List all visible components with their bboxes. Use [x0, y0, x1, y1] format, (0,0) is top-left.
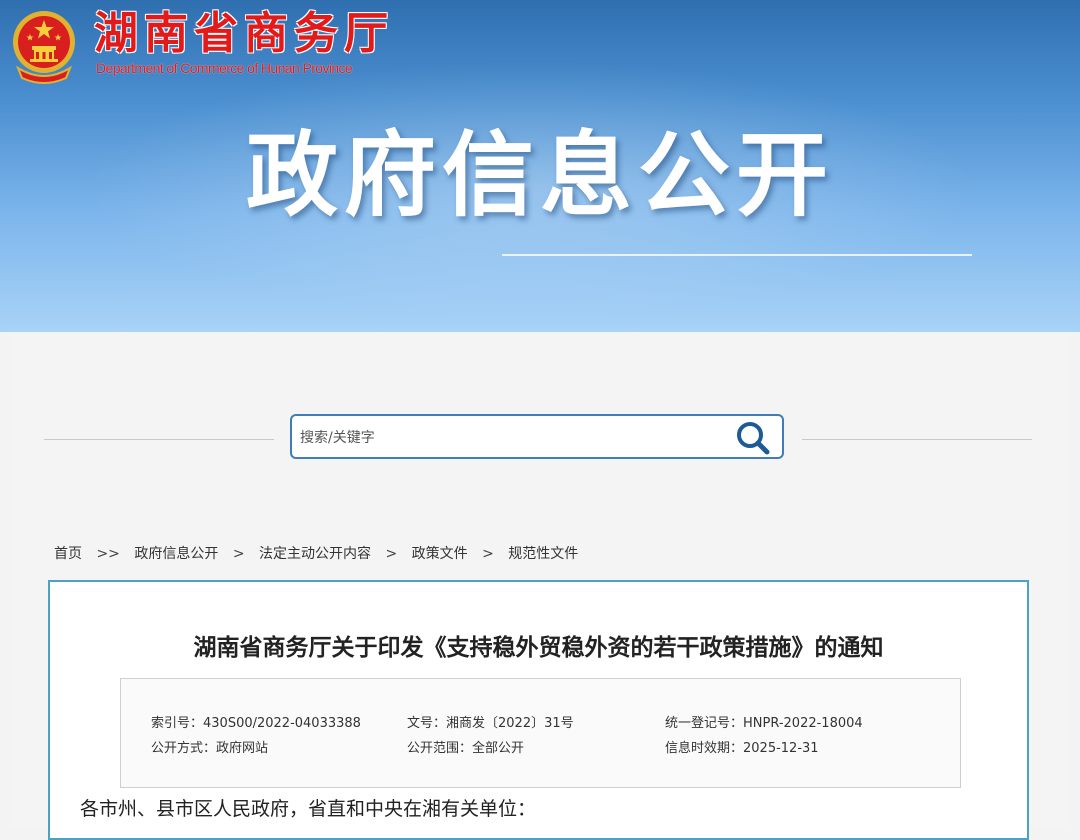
- breadcrumb-gov-info[interactable]: 政府信息公开: [134, 543, 218, 563]
- breadcrumb-separator: >: [385, 546, 398, 562]
- breadcrumb-separator: >>: [96, 546, 120, 562]
- search-icon[interactable]: [734, 420, 772, 456]
- search-divider-left: [44, 439, 274, 440]
- org-name-en[interactable]: Department of Commerce of Hunan Province: [96, 60, 353, 76]
- search-bar: [290, 414, 784, 459]
- title-underline: [502, 254, 972, 256]
- meta-reg-no: 统一登记号：HNPR-2022-18004: [665, 716, 863, 731]
- breadcrumb-home[interactable]: 首页: [54, 543, 82, 563]
- section-title: 政府信息公开: [246, 122, 835, 229]
- document-salutation: 各市州、县市区人民政府，省直和中央在湘有关单位：: [80, 798, 537, 820]
- meta-valid-until: 信息时效期：2025-12-31: [665, 741, 819, 756]
- org-name-cn[interactable]: 湖南省商务厅: [94, 6, 394, 62]
- breadcrumb-normative-docs[interactable]: 规范性文件: [508, 543, 578, 563]
- meta-publish-scope: 公开范围：全部公开: [407, 741, 525, 756]
- meta-publish-method: 公开方式：政府网站: [151, 741, 269, 756]
- meta-index-no: 索引号：430S00/2022-04033388: [151, 716, 361, 731]
- breadcrumb-policy-docs[interactable]: 政策文件: [412, 543, 468, 563]
- search-divider-right: [802, 439, 1032, 440]
- document-title: 湖南省商务厅关于印发《支持稳外贸稳外资的若干政策措施》的通知: [193, 635, 884, 661]
- breadcrumb: 首页 >> 政府信息公开 > 法定主动公开内容 > 政策文件 > 规范性文件: [54, 543, 578, 563]
- breadcrumb-separator: >: [232, 546, 245, 562]
- breadcrumb-separator: >: [482, 546, 494, 562]
- national-emblem-icon: [13, 11, 75, 84]
- search-input[interactable]: [298, 424, 722, 452]
- document-card: 湖南省商务厅关于印发《支持稳外贸稳外资的若干政策措施》的通知 索引号：430S0…: [48, 580, 1029, 840]
- document-meta-table: 索引号：430S00/2022-04033388 文号：湘商发〔2022〕31号…: [120, 678, 961, 788]
- header-banner: 湖南省商务厅 Department of Commerce of Hunan P…: [0, 0, 1080, 332]
- meta-doc-no: 文号：湘商发〔2022〕31号: [407, 716, 574, 731]
- breadcrumb-statutory-content[interactable]: 法定主动公开内容: [259, 543, 371, 563]
